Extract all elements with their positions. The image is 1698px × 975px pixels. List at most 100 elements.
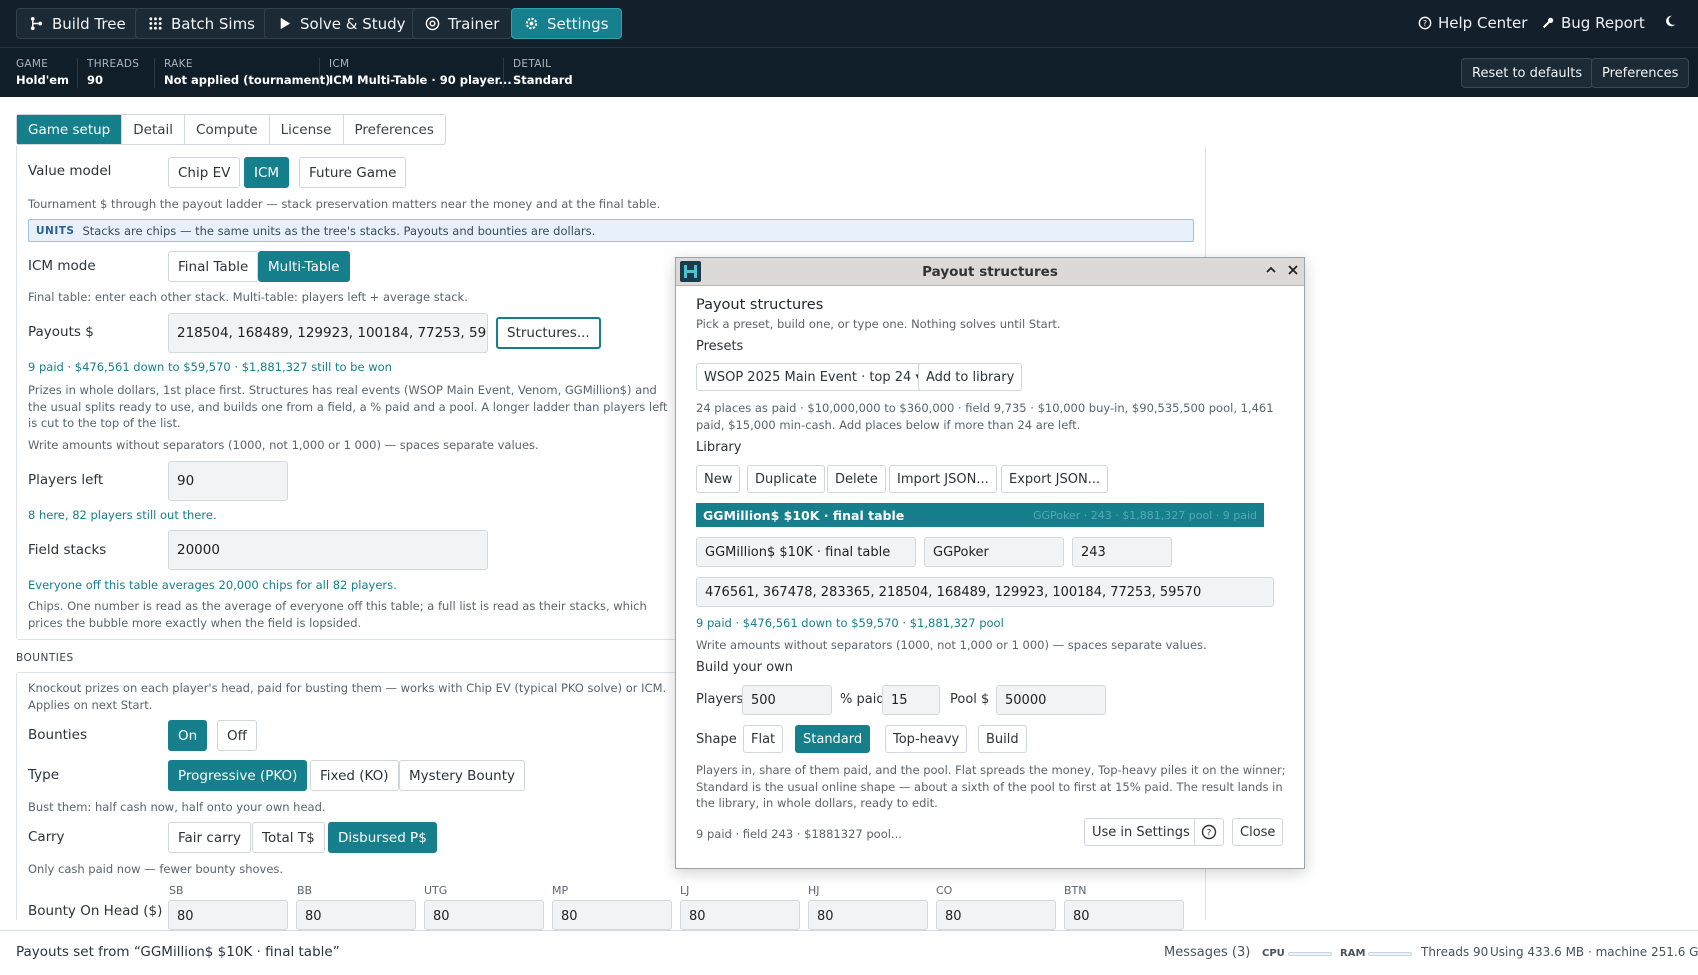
bounty-bb-input[interactable]: 80 bbox=[296, 900, 416, 930]
library-new-button[interactable]: New bbox=[696, 465, 741, 493]
tab-license[interactable]: License bbox=[270, 115, 344, 144]
top-nav: Build Tree Batch Sims Solve & Study Trai… bbox=[0, 0, 1698, 47]
theme-toggle[interactable] bbox=[1663, 14, 1677, 28]
units-tag: UNITS bbox=[36, 224, 75, 237]
payouts-input[interactable]: 218504, 168489, 129923, 100184, 77253, 5… bbox=[168, 313, 488, 353]
messages-button[interactable]: Messages (3) bbox=[1164, 945, 1250, 960]
structure-field-input[interactable]: 243 bbox=[1072, 537, 1172, 567]
value-model-future-game[interactable]: Future Game bbox=[299, 157, 407, 188]
carry-fair[interactable]: Fair carry bbox=[168, 822, 251, 853]
bounties-intro: Knockout prizes on each player's head, p… bbox=[28, 681, 667, 712]
tab-detail[interactable]: Detail bbox=[122, 115, 186, 144]
players-left-input[interactable]: 90 bbox=[168, 461, 288, 501]
memory-status: Using 433.6 MB · machine 251.6 GB bbox=[1490, 945, 1698, 959]
carry-disbursed[interactable]: Disbursed P$ bbox=[328, 822, 437, 853]
summary-game-key: GAME bbox=[16, 58, 49, 70]
bounty-lj-input[interactable]: 80 bbox=[680, 900, 800, 930]
bounty-mp-input[interactable]: 80 bbox=[552, 900, 672, 930]
build-players-input[interactable]: 500 bbox=[742, 685, 832, 715]
tab-preferences[interactable]: Preferences bbox=[344, 115, 445, 144]
structure-summary: 9 paid · $476,561 down to $59,570 · $1,8… bbox=[696, 616, 1004, 630]
divider bbox=[154, 58, 155, 88]
build-pool-input[interactable]: 50000 bbox=[996, 685, 1106, 715]
bounties-on[interactable]: On bbox=[168, 720, 208, 751]
units-text: Stacks are chips — the same units as the… bbox=[82, 223, 596, 238]
carry-total[interactable]: Total T$ bbox=[252, 822, 325, 853]
reset-defaults-button[interactable]: Reset to defaults bbox=[1461, 58, 1594, 88]
summary-detail-key: DETAIL bbox=[513, 58, 552, 70]
cpu-label: CPU bbox=[1262, 948, 1285, 959]
preferences-button[interactable]: Preferences bbox=[1591, 58, 1690, 88]
settings-label: Settings bbox=[547, 14, 609, 33]
value-model-label: Value model bbox=[28, 163, 112, 179]
tree-icon bbox=[30, 16, 43, 31]
status-message: Payouts set from “GGMillion$ $10K · fina… bbox=[16, 944, 340, 960]
library-selected-row[interactable]: GGMillion$ $10K · final table GGPoker · … bbox=[696, 503, 1264, 527]
shape-standard[interactable]: Standard bbox=[795, 725, 871, 753]
collapse-icon[interactable] bbox=[1264, 263, 1278, 280]
icm-mode-multi-table[interactable]: Multi-Table bbox=[258, 251, 350, 282]
summary-threads-key: THREADS bbox=[87, 58, 140, 70]
export-json-button[interactable]: Export JSON... bbox=[1001, 465, 1109, 493]
bounty-utg-input[interactable]: 80 bbox=[424, 900, 544, 930]
close-icon[interactable] bbox=[1286, 263, 1300, 280]
field-stacks-input[interactable]: 20000 bbox=[168, 530, 488, 570]
help-button[interactable]: ? bbox=[1194, 818, 1224, 846]
bounty-type-pko[interactable]: Progressive (PKO) bbox=[168, 760, 308, 791]
summary-detail-value: Standard bbox=[513, 73, 573, 87]
library-delete-button[interactable]: Delete bbox=[827, 465, 886, 493]
build-help: Players in, share of them paid, and the … bbox=[696, 763, 1286, 810]
bounty-type-mystery[interactable]: Mystery Bounty bbox=[399, 760, 526, 791]
position-btn: BTN bbox=[1064, 884, 1087, 897]
settings-button[interactable]: Settings bbox=[511, 8, 622, 39]
bounties-label: Bounties bbox=[28, 727, 88, 743]
value-model-icm[interactable]: ICM bbox=[244, 157, 290, 188]
bounty-hj-input[interactable]: 80 bbox=[808, 900, 928, 930]
build-button[interactable]: Build bbox=[978, 725, 1027, 753]
structure-site-input[interactable]: GGPoker bbox=[924, 537, 1064, 567]
library-label: Library bbox=[696, 440, 742, 455]
bounty-type-ko[interactable]: Fixed (KO) bbox=[310, 760, 399, 791]
bounty-btn-input[interactable]: 80 bbox=[1064, 900, 1184, 930]
grid-icon bbox=[149, 17, 162, 30]
bounty-sb-input[interactable]: 80 bbox=[168, 900, 288, 930]
trainer-button[interactable]: Trainer bbox=[412, 8, 513, 39]
value-model-chip-ev[interactable]: Chip EV bbox=[168, 157, 241, 188]
add-to-library-button[interactable]: Add to library bbox=[918, 363, 1023, 391]
bounties-section-title: BOUNTIES bbox=[16, 652, 74, 664]
dialog-subheading: Pick a preset, build one, or type one. N… bbox=[696, 317, 1061, 331]
structures-button[interactable]: Structures... bbox=[496, 317, 601, 349]
build-tree-button[interactable]: Build Tree bbox=[16, 8, 139, 39]
close-button[interactable]: Close bbox=[1232, 818, 1284, 846]
shape-flat[interactable]: Flat bbox=[743, 725, 784, 753]
batch-sims-button[interactable]: Batch Sims bbox=[135, 8, 269, 39]
bug-report-link[interactable]: Bug Report bbox=[1541, 14, 1645, 32]
icm-mode-final-table[interactable]: Final Table bbox=[168, 251, 259, 282]
structure-name-input[interactable]: GGMillion$ $10K · final table bbox=[696, 537, 916, 567]
structure-payouts-input[interactable]: 476561, 367478, 283365, 218504, 168489, … bbox=[696, 577, 1274, 607]
solve-study-button[interactable]: Solve & Study bbox=[264, 8, 419, 39]
divider bbox=[77, 58, 78, 88]
build-pct-input[interactable]: 15 bbox=[882, 685, 940, 715]
help-center-link[interactable]: ? Help Center bbox=[1418, 14, 1527, 32]
divider bbox=[319, 58, 320, 88]
shape-top-heavy[interactable]: Top-heavy bbox=[885, 725, 968, 753]
tab-compute[interactable]: Compute bbox=[185, 115, 270, 144]
icm-mode-help: Final table: enter each other stack. Mul… bbox=[28, 290, 468, 304]
carry-help: Only cash paid now — fewer bounty shoves… bbox=[28, 862, 284, 876]
bounties-off[interactable]: Off bbox=[217, 720, 257, 751]
library-duplicate-button[interactable]: Duplicate bbox=[747, 465, 825, 493]
preset-select[interactable]: WSOP 2025 Main Event · top 24 ▾ bbox=[696, 363, 930, 391]
bug-report-label: Bug Report bbox=[1561, 14, 1645, 32]
import-json-button[interactable]: Import JSON... bbox=[889, 465, 997, 493]
players-left-note: 8 here, 82 players still out there. bbox=[28, 508, 217, 522]
use-in-settings-button[interactable]: Use in Settings bbox=[1084, 818, 1198, 846]
payouts-summary: 9 paid · $476,561 down to $59,570 · $1,8… bbox=[28, 360, 392, 374]
position-lj: LJ bbox=[680, 884, 690, 897]
bounty-co-input[interactable]: 80 bbox=[936, 900, 1056, 930]
build-tree-label: Build Tree bbox=[52, 14, 126, 33]
tab-game-setup[interactable]: Game setup bbox=[17, 115, 123, 144]
field-stacks-help: Chips. One number is read as the average… bbox=[28, 599, 647, 630]
dialog-title-bar[interactable]: Payout structures bbox=[676, 258, 1304, 286]
question-circle-icon: ? bbox=[1201, 824, 1217, 840]
